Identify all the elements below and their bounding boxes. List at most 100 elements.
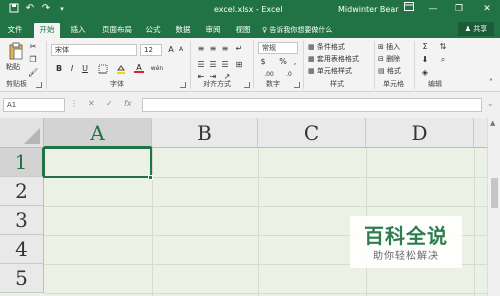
ribbon-tab-row: 文件 开始 插入 页面布局 公式 数据 审阅 视图 ♀ 告诉我你想要做什么 ♟ … — [0, 20, 500, 38]
user-name[interactable]: Midwinter Bear — [338, 5, 399, 14]
customize-toolbar-icon[interactable]: ▾ — [56, 3, 68, 15]
phonetic-icon[interactable]: wén — [150, 64, 164, 74]
sort-filter-icon[interactable]: ⇅ — [438, 42, 448, 52]
cut-icon[interactable]: ✂ — [28, 42, 38, 52]
underline-button[interactable]: U — [80, 64, 90, 74]
font-size-select[interactable]: 12 — [140, 44, 162, 56]
scroll-thumb[interactable] — [491, 178, 498, 208]
align-center-icon[interactable]: ☰ — [208, 60, 218, 70]
font-name-select[interactable]: 宋体 — [51, 44, 137, 56]
row-header-3[interactable]: 3 — [0, 206, 44, 235]
find-select-icon[interactable]: ⌕ — [438, 55, 448, 65]
tab-insert[interactable]: 插入 — [66, 23, 90, 38]
tab-file[interactable]: 文件 — [4, 23, 26, 38]
column-header-partial[interactable] — [474, 118, 487, 148]
merge-center-icon[interactable]: ⊞ — [234, 60, 244, 70]
redo-icon[interactable]: ↷ — [40, 3, 52, 15]
align-right-icon[interactable]: ☰ — [220, 60, 230, 70]
clipboard-launcher-icon[interactable] — [36, 82, 42, 88]
share-button[interactable]: ♟ 共享 — [458, 22, 494, 36]
tab-formulas[interactable]: 公式 — [142, 23, 164, 38]
align-top-icon[interactable]: ≡ — [196, 44, 206, 54]
number-group-label: 数字 — [266, 80, 280, 88]
divider — [374, 41, 375, 89]
column-header-c[interactable]: C — [258, 118, 366, 148]
align-middle-icon[interactable]: ≡ — [208, 44, 218, 54]
divider — [414, 41, 415, 89]
fill-color-icon[interactable] — [116, 64, 126, 74]
fill-handle[interactable] — [148, 175, 153, 180]
row-header-5[interactable]: 5 — [0, 264, 44, 293]
enter-icon[interactable]: ✓ — [106, 99, 113, 108]
accounting-format-icon[interactable]: $ — [258, 57, 268, 67]
expand-formula-bar-icon[interactable]: ⌄ — [487, 99, 494, 108]
number-launcher-icon[interactable] — [294, 82, 300, 88]
shrink-font-icon[interactable]: A — [176, 45, 186, 55]
minimize-button[interactable]: — — [424, 2, 442, 16]
border-icon[interactable] — [98, 64, 108, 74]
cells-group-label: 单元格 — [383, 80, 404, 88]
row-header-1[interactable]: 1 — [0, 148, 44, 177]
format-cells-button[interactable]: ▤ 格式 — [378, 66, 401, 76]
tab-data[interactable]: 数据 — [172, 23, 194, 38]
active-cell-a1[interactable] — [43, 147, 152, 178]
format-painter-icon[interactable]: 🖌 — [28, 68, 38, 78]
number-format-select[interactable]: 常规 — [258, 42, 298, 54]
clear-icon[interactable]: ◈ — [420, 68, 430, 78]
vertical-scrollbar[interactable]: ▲ — [487, 118, 500, 296]
cell-styles-button[interactable]: ▦ 单元格样式 — [308, 66, 352, 76]
align-left-icon[interactable]: ☰ — [196, 60, 206, 70]
share-label: 共享 — [473, 25, 488, 33]
column-header-a[interactable]: A — [44, 118, 152, 148]
restore-button[interactable]: ❐ — [450, 2, 468, 16]
gridline — [474, 148, 475, 296]
close-button[interactable]: ✕ — [478, 2, 496, 16]
cancel-icon[interactable]: ✕ — [88, 99, 95, 108]
row-header-2[interactable]: 2 — [0, 177, 44, 206]
tell-me-box[interactable]: ♀ 告诉我你想要做什么 — [262, 25, 332, 35]
copy-icon[interactable]: ❐ — [28, 55, 38, 65]
scroll-up-icon[interactable]: ▲ — [490, 119, 495, 127]
grow-font-icon[interactable]: A — [166, 45, 176, 55]
paste-button[interactable]: 粘贴 — [6, 62, 20, 72]
insert-function-icon[interactable]: fx — [124, 99, 132, 108]
column-header-d[interactable]: D — [366, 118, 474, 148]
decrease-decimal-icon[interactable]: .0 — [282, 70, 296, 80]
delete-icon: ⊟ — [378, 55, 384, 63]
tell-me-text: 告诉我你想要做什么 — [269, 26, 333, 34]
delete-cells-button[interactable]: ⊟ 删除 — [378, 54, 400, 64]
format-as-table-label: 套用表格格式 — [316, 55, 359, 63]
insert-cells-button[interactable]: ⊞ 插入 — [378, 42, 400, 52]
gridline — [152, 148, 153, 296]
paste-icon[interactable] — [8, 42, 24, 60]
font-color-button[interactable]: A — [134, 63, 144, 73]
undo-icon[interactable]: ↶ — [24, 3, 36, 15]
formula-bar: A1 ⋮ ✕ ✓ fx ⌄ — [0, 96, 500, 114]
column-header-b[interactable]: B — [152, 118, 258, 148]
name-box-dropdown-icon[interactable]: ⋮ — [70, 99, 78, 108]
tab-home[interactable]: 开始 — [34, 23, 60, 38]
spreadsheet-grid[interactable]: A B C D 1 2 3 4 5 — [0, 118, 487, 296]
italic-button[interactable]: I — [67, 64, 77, 74]
autosum-icon[interactable]: Σ — [420, 42, 430, 52]
row-header-4[interactable]: 4 — [0, 235, 44, 264]
collapse-ribbon-icon[interactable]: ˄ — [486, 78, 496, 88]
tab-review[interactable]: 审阅 — [202, 23, 224, 38]
save-icon[interactable] — [8, 3, 20, 15]
alignment-launcher-icon[interactable] — [244, 82, 250, 88]
percent-style-button[interactable]: % — [278, 57, 288, 67]
bold-button[interactable]: B — [54, 64, 64, 74]
conditional-formatting-button[interactable]: ▦ 条件格式 — [308, 42, 345, 52]
format-as-table-button[interactable]: ▦ 套用表格格式 — [308, 54, 359, 64]
ribbon-display-icon[interactable] — [400, 2, 418, 16]
font-launcher-icon[interactable] — [180, 82, 186, 88]
align-bottom-icon[interactable]: ≡ — [220, 44, 230, 54]
tab-page-layout[interactable]: 页面布局 — [98, 23, 136, 38]
formula-input[interactable] — [142, 98, 482, 112]
select-all-button[interactable] — [0, 118, 44, 148]
comma-style-button[interactable]: , — [290, 57, 300, 67]
wrap-text-icon[interactable]: ↵ — [234, 44, 244, 54]
name-box[interactable]: A1 — [3, 98, 65, 112]
tab-view[interactable]: 视图 — [232, 23, 254, 38]
fill-icon[interactable]: ⬇ — [420, 55, 430, 65]
